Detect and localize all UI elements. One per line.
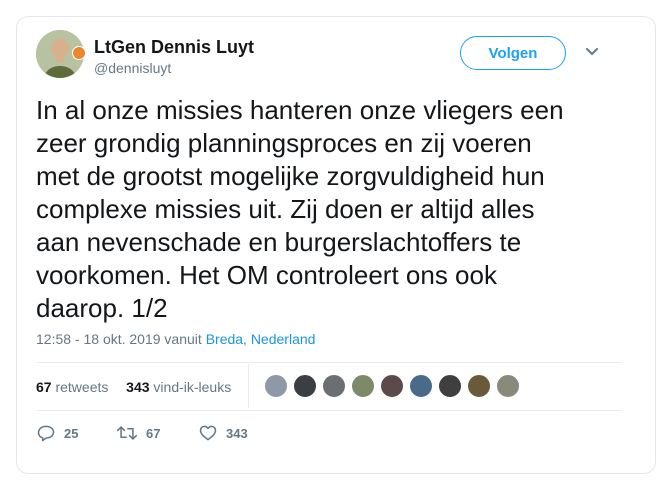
tweet-meta: 12:58 - 18 okt. 2019 vanuit Breda, Neder… [36,331,315,347]
divider [36,410,622,411]
liker-avatar[interactable] [496,374,520,398]
retweets-count[interactable]: 67 [36,379,52,395]
timestamp[interactable]: 12:58 - 18 okt. 2019 vanuit [36,331,202,347]
reply-button[interactable]: 25 [36,423,116,443]
liker-avatar[interactable] [293,374,317,398]
liker-avatar[interactable] [409,374,433,398]
location-link[interactable]: Breda, Nederland [206,331,316,347]
chevron-down-icon[interactable] [584,46,600,58]
action-bar: 25 67 343 [36,423,248,443]
reply-count: 25 [64,425,79,441]
follow-button[interactable]: Volgen [460,36,566,70]
engagement-stats: 67 retweets 343 vind-ik-leuks [36,379,231,395]
tweet-text-line: complexe missies uit. Zij doen er altijd… [36,194,535,224]
divider [36,362,622,363]
reply-icon [37,425,55,442]
retweet-icon [116,426,138,440]
liker-avatar[interactable] [380,374,404,398]
like-count: 343 [226,425,248,441]
liker-avatar[interactable] [467,374,491,398]
liker-avatar[interactable] [322,374,346,398]
retweets-label[interactable]: retweets [55,379,108,395]
tweet-text-line: aan nevenschade en burgerslachtoffers te [36,227,522,257]
like-button[interactable]: 343 [198,423,248,443]
retweet-count: 67 [146,425,161,441]
orange-badge-icon [72,46,86,60]
retweet-button[interactable]: 67 [116,423,198,443]
liker-avatar[interactable] [351,374,375,398]
likes-label[interactable]: vind-ik-leuks [153,379,231,395]
tweet-text-line: met de grootst mogelijke zorgvuldigheid … [36,161,545,191]
likes-count[interactable]: 343 [126,379,149,395]
liker-avatars [264,374,525,398]
heart-icon [199,425,217,441]
tweet-text-line: zeer grondig planningsproces en zij voer… [36,128,532,158]
author-handle[interactable]: @dennisluyt [94,60,171,76]
tweet-text: In al onze missies hanteren onze vlieger… [36,94,622,325]
liker-avatar[interactable] [438,374,462,398]
stats-divider [248,364,249,408]
tweet-text-line: In al onze missies hanteren onze vlieger… [36,95,564,125]
liker-avatar[interactable] [264,374,288,398]
tweet-text-line: voorkomen. Het OM controleert ons ook [36,260,497,290]
tweet-text-line: daarop. 1/2 [36,293,168,323]
author-name[interactable]: LtGen Dennis Luyt [94,37,254,58]
